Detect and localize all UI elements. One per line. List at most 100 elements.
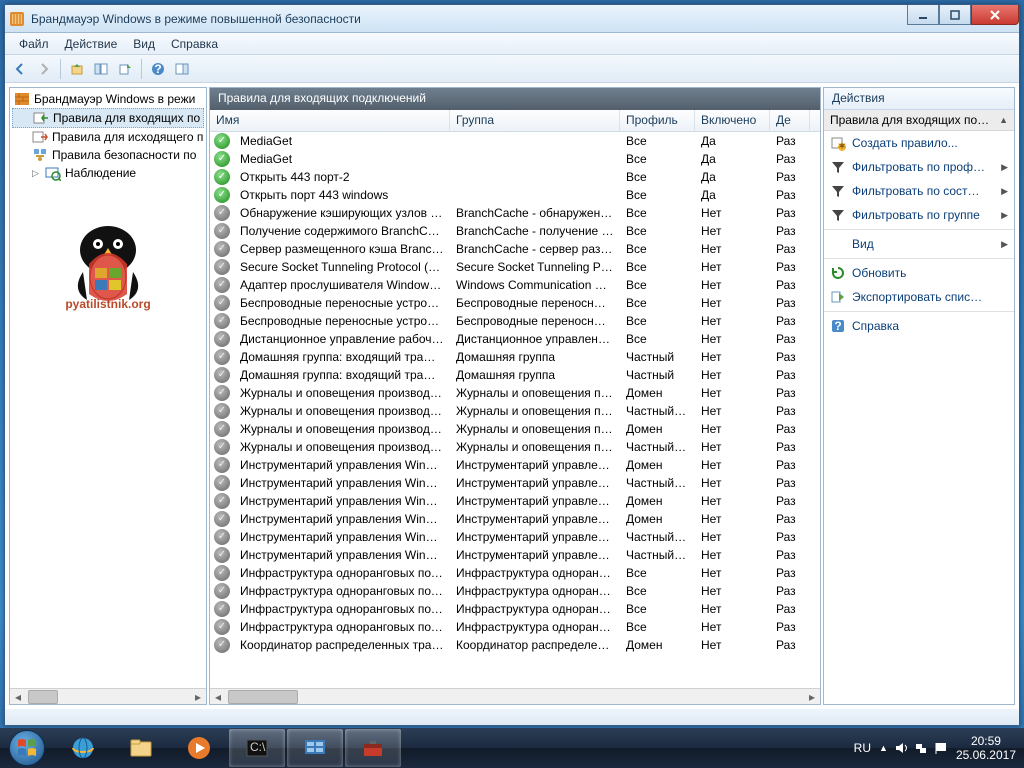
scroll-left-icon[interactable]: ◂ xyxy=(10,689,26,705)
forward-button[interactable] xyxy=(33,58,55,80)
titlebar[interactable]: Брандмауэр Windows в режиме повышенной б… xyxy=(5,5,1019,33)
show-actions-button[interactable] xyxy=(171,58,193,80)
col-profile[interactable]: Профиль xyxy=(620,110,695,131)
action-new-rule[interactable]: ✶ Создать правило... xyxy=(824,131,1014,155)
rule-row[interactable]: MediaGetВсеДаРаз xyxy=(210,132,820,150)
rule-row[interactable]: Беспроводные переносные устройства…Беспр… xyxy=(210,294,820,312)
rule-row[interactable]: Инструментарий управления Windows …Инстр… xyxy=(210,474,820,492)
tree-inbound[interactable]: Правила для входящих по xyxy=(12,108,204,128)
rule-row[interactable]: Инструментарий управления Windows …Инстр… xyxy=(210,510,820,528)
rule-row[interactable]: Беспроводные переносные устройства…Беспр… xyxy=(210,312,820,330)
separator xyxy=(141,59,142,79)
rule-row[interactable]: MediaGetВсеДаРаз xyxy=(210,150,820,168)
up-button[interactable] xyxy=(66,58,88,80)
tree-hscroll[interactable]: ◂ ▸ xyxy=(10,688,206,704)
menu-file[interactable]: Файл xyxy=(11,34,57,54)
action-help[interactable]: ? Справка xyxy=(824,314,1014,338)
action-view[interactable]: Вид ▶ xyxy=(824,232,1014,256)
taskbar[interactable]: C:\ RU ▲ 20:59 25.06.2017 xyxy=(0,728,1024,768)
rule-row[interactable]: Дистанционное управление рабочим с…Диста… xyxy=(210,330,820,348)
scroll-thumb[interactable] xyxy=(228,690,298,704)
rule-row[interactable]: Открыть порт 443 windowsВсеДаРаз xyxy=(210,186,820,204)
tree-outbound[interactable]: Правила для исходящего п xyxy=(12,128,204,146)
scroll-left-icon[interactable]: ◂ xyxy=(210,689,226,705)
separator xyxy=(824,258,1014,259)
rule-profile: Частный xyxy=(620,350,695,364)
action-refresh[interactable]: Обновить xyxy=(824,261,1014,285)
rule-row[interactable]: Координатор распределенных транзак…Коорд… xyxy=(210,636,820,654)
back-button[interactable] xyxy=(9,58,31,80)
rule-row[interactable]: Инструментарий управления Windows …Инстр… xyxy=(210,456,820,474)
help-button[interactable]: ? xyxy=(147,58,169,80)
task-toolbox[interactable] xyxy=(345,729,401,767)
rule-row[interactable]: Инфраструктура одноранговых подкл…Инфрас… xyxy=(210,600,820,618)
rule-row[interactable]: Обнаружение кэширующих узлов Bran…Branch… xyxy=(210,204,820,222)
col-enabled[interactable]: Включено xyxy=(695,110,770,131)
rule-name: Координатор распределенных транзак… xyxy=(234,638,450,652)
tree-monitoring[interactable]: ▷ Наблюдение xyxy=(12,164,204,182)
rule-row[interactable]: Журналы и оповещения производител…Журнал… xyxy=(210,402,820,420)
rule-row[interactable]: Адаптер прослушивателя Windows Co…Window… xyxy=(210,276,820,294)
rule-row[interactable]: Инструментарий управления Windows …Инстр… xyxy=(210,528,820,546)
rule-group: Инструментарий управлен… xyxy=(450,548,620,562)
minimize-button[interactable] xyxy=(907,5,939,25)
tray-show-hidden-icon[interactable]: ▲ xyxy=(879,743,888,753)
task-control-panel[interactable] xyxy=(287,729,343,767)
rule-profile: Все xyxy=(620,188,695,202)
scroll-right-icon[interactable]: ▸ xyxy=(190,689,206,705)
rule-row[interactable]: Журналы и оповещения производител…Журнал… xyxy=(210,420,820,438)
tree-security[interactable]: Правила безопасности по xyxy=(12,146,204,164)
rule-status-icon xyxy=(214,493,230,509)
rule-row[interactable]: Открыть 443 порт-2ВсеДаРаз xyxy=(210,168,820,186)
close-button[interactable] xyxy=(971,5,1019,25)
menu-action[interactable]: Действие xyxy=(57,34,126,54)
task-ie[interactable] xyxy=(55,729,111,767)
rule-row[interactable]: Инфраструктура одноранговых подкл…Инфрас… xyxy=(210,618,820,636)
col-action[interactable]: Де xyxy=(770,110,810,131)
action-export[interactable]: Экспортировать спис… xyxy=(824,285,1014,309)
show-hide-tree-button[interactable] xyxy=(90,58,112,80)
tray-clock[interactable]: 20:59 25.06.2017 xyxy=(956,734,1016,762)
tray-network-icon[interactable] xyxy=(914,741,928,755)
action-filter-group[interactable]: Фильтровать по группе ▶ xyxy=(824,203,1014,227)
rule-row[interactable]: Инфраструктура одноранговых подкл…Инфрас… xyxy=(210,582,820,600)
rules-list[interactable]: MediaGetВсеДаРазMediaGetВсеДаРазОткрыть … xyxy=(210,132,820,688)
col-name[interactable]: Имя xyxy=(210,110,450,131)
rule-row[interactable]: Сервер размещенного кэша BranchCa…Branch… xyxy=(210,240,820,258)
scroll-right-icon[interactable]: ▸ xyxy=(804,689,820,705)
rule-row[interactable]: Получение содержимого BranchCache …Branc… xyxy=(210,222,820,240)
rules-hscroll[interactable]: ◂ ▸ xyxy=(210,688,820,704)
start-button[interactable] xyxy=(0,728,54,768)
export-button[interactable] xyxy=(114,58,136,80)
menu-view[interactable]: Вид xyxy=(125,34,163,54)
rule-row[interactable]: Secure Socket Tunneling Protocol (SSTP-…… xyxy=(210,258,820,276)
scroll-thumb[interactable] xyxy=(28,690,58,704)
rule-row[interactable]: Домашняя группа: входящий трафикДомашняя… xyxy=(210,348,820,366)
rule-row[interactable]: Журналы и оповещения производител…Журнал… xyxy=(210,384,820,402)
action-filter-state[interactable]: Фильтровать по сост… ▶ xyxy=(824,179,1014,203)
rule-row[interactable]: Инфраструктура одноранговых подкл…Инфрас… xyxy=(210,564,820,582)
filter-icon xyxy=(830,207,846,223)
actions-group-header[interactable]: Правила для входящих по… ▲ xyxy=(824,110,1014,131)
collapse-icon[interactable]: ▲ xyxy=(999,115,1008,125)
rule-enabled: Нет xyxy=(695,494,770,508)
tray-lang[interactable]: RU xyxy=(854,741,871,755)
rule-row[interactable]: Инструментарий управления Windows …Инстр… xyxy=(210,492,820,510)
tray-volume-icon[interactable] xyxy=(894,741,908,755)
tree-root[interactable]: Брандмауэр Windows в режи xyxy=(12,90,204,108)
rule-action: Раз xyxy=(770,296,810,310)
task-cmd[interactable]: C:\ xyxy=(229,729,285,767)
action-filter-profile[interactable]: Фильтровать по проф… ▶ xyxy=(824,155,1014,179)
rule-row[interactable]: Журналы и оповещения производител…Журнал… xyxy=(210,438,820,456)
task-explorer[interactable] xyxy=(113,729,169,767)
maximize-button[interactable] xyxy=(939,5,971,25)
menu-help[interactable]: Справка xyxy=(163,34,226,54)
expand-icon[interactable]: ▷ xyxy=(32,168,41,179)
task-wmp[interactable] xyxy=(171,729,227,767)
col-group[interactable]: Группа xyxy=(450,110,620,131)
tray-flag-icon[interactable] xyxy=(934,741,948,755)
rule-row[interactable]: Инструментарий управления Windows …Инстр… xyxy=(210,546,820,564)
rule-row[interactable]: Домашняя группа: входящий трафик (…Домаш… xyxy=(210,366,820,384)
rule-enabled: Нет xyxy=(695,512,770,526)
rule-action: Раз xyxy=(770,152,810,166)
